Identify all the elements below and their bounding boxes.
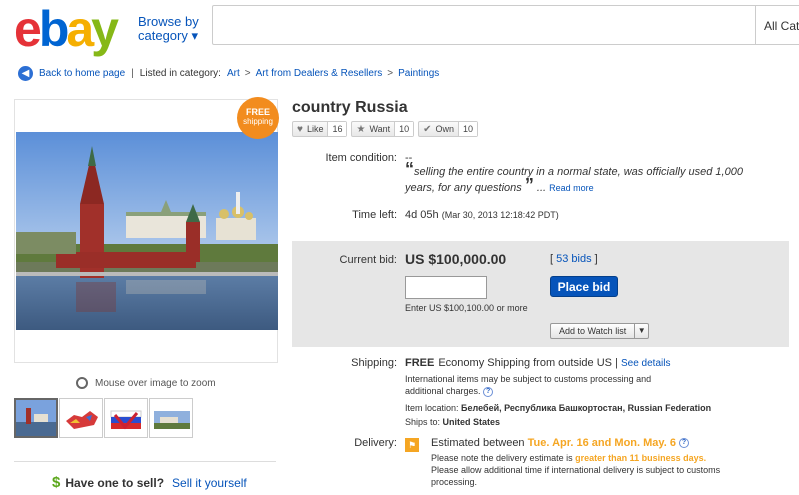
thumbnail-map[interactable]	[59, 398, 103, 438]
delivery-estimate: Estimated between Tue. Apr. 16 and Mon. …	[431, 437, 690, 449]
browse-line1: Browse by	[138, 14, 199, 29]
delivery-range: Tue. Apr. 16 and Mon. May. 6	[527, 437, 676, 449]
left-divider	[14, 461, 276, 462]
category-select[interactable]: All Cate	[755, 6, 799, 44]
item-location: Item location: Белебей, Республика Башко…	[405, 402, 711, 414]
like-count: 16	[327, 122, 347, 136]
delivery-label: Delivery:	[354, 437, 397, 449]
item-description: “selling the entire country in a normal …	[405, 159, 743, 195]
ebay-logo[interactable]: ebay	[14, 4, 119, 54]
ships-to-label: Ships to:	[405, 417, 441, 427]
shipping-method: Economy Shipping from outside US |	[438, 357, 618, 369]
item-title: country Russia	[292, 99, 408, 116]
customs-line1: International items may be subject to cu…	[405, 374, 652, 384]
search-bar: All Cate	[212, 5, 799, 45]
listed-in-label: Listed in category:	[139, 68, 221, 79]
shipping-value: FREE Economy Shipping from outside US | S…	[405, 357, 670, 369]
back-arrow-icon[interactable]: ◀	[18, 66, 33, 81]
search-input[interactable]	[217, 10, 747, 40]
estimated-label: Estimated between	[431, 437, 525, 449]
sell-prompt: $ Have one to sell? Sell it yourself	[52, 474, 247, 491]
own-button[interactable]: ✔ Own 10	[418, 121, 479, 137]
enter-bid-hint: Enter US $100,100.00 or more	[405, 303, 528, 313]
item-condition-label: Item condition:	[325, 152, 397, 164]
zoom-text: Mouse over image to zoom	[95, 377, 216, 389]
customs-line2: additional charges.	[405, 386, 481, 396]
want-label: Want	[369, 124, 391, 134]
bids-link[interactable]: 53 bids	[556, 253, 591, 265]
badge-shipping: shipping	[243, 117, 273, 126]
flag-icon: ⚑	[405, 438, 419, 452]
time-left-label: Time left:	[352, 209, 397, 221]
social-buttons: ♥ Like 16 ★ Want 10 ✔ Own 10	[292, 121, 482, 137]
ships-to: Ships to: United States	[405, 416, 500, 428]
location-label: Item location:	[405, 403, 459, 413]
own-count: 10	[458, 122, 478, 136]
badge-free: FREE	[245, 107, 270, 117]
dollar-icon: $	[52, 474, 61, 491]
own-label: Own	[435, 124, 455, 134]
browse-line2: category ▾	[138, 28, 198, 43]
place-bid-button[interactable]: Place bid	[550, 276, 618, 297]
heart-icon: ♥	[297, 123, 303, 135]
time-left-value: 4d 05h (Mar 30, 2013 12:18:42 PDT)	[405, 209, 559, 221]
note2-line1: Please allow additional time if internat…	[431, 465, 721, 475]
open-quote-icon: “	[405, 159, 414, 179]
thumbnail-riverside[interactable]	[149, 398, 193, 438]
star-icon: ★	[356, 123, 366, 135]
breadcrumb-chevron: >	[244, 68, 251, 79]
add-to-watch-list-button[interactable]: Add to Watch list ▼	[550, 323, 650, 339]
thumbnail-strip	[14, 398, 194, 438]
bid-amount-input[interactable]	[405, 276, 487, 299]
back-to-home-link[interactable]: Back to home page	[39, 68, 125, 79]
location-value: Белебей, Республика Башкортостан, Russia…	[461, 403, 712, 413]
shipping-label: Shipping:	[351, 357, 397, 369]
close-quote-icon: ”	[524, 175, 534, 195]
breadcrumb-art-dealers[interactable]: Art from Dealers & Resellers	[256, 68, 383, 79]
header: ebay Browse by category ▾ All Cate	[0, 0, 799, 56]
current-bid-label: Current bid:	[339, 254, 397, 266]
note-prefix: Please note the delivery estimate is	[431, 453, 573, 463]
breadcrumb: ◀ Back to home page | Listed in category…	[18, 66, 439, 81]
info-icon[interactable]: ?	[679, 438, 690, 449]
browse-by-category[interactable]: Browse by category ▾	[138, 15, 199, 43]
free-shipping-badge: FREE shipping	[237, 97, 279, 139]
thumbnail-flag[interactable]	[104, 398, 148, 438]
breadcrumb-separator: |	[131, 68, 134, 79]
note-highlight: greater than 11 business days.	[575, 453, 707, 463]
end-time: (Mar 30, 2013 12:18:42 PDT)	[441, 210, 559, 220]
current-price: US $100,000.00	[405, 251, 507, 267]
info-icon[interactable]: ?	[483, 386, 494, 397]
shipping-free: FREE	[405, 357, 435, 369]
ships-to-value: United States	[442, 417, 501, 427]
breadcrumb-chevron: >	[387, 68, 394, 79]
zoom-hint: Mouse over image to zoom	[76, 377, 216, 389]
customs-note: International items may be subject to cu…	[405, 373, 651, 397]
magnifier-icon	[76, 377, 88, 389]
like-button[interactable]: ♥ Like 16	[292, 121, 348, 137]
sell-it-yourself-link[interactable]: Sell it yourself	[172, 476, 247, 490]
chevron-down-icon[interactable]: ▼	[634, 324, 648, 338]
kremlin-photo[interactable]	[16, 132, 278, 330]
breadcrumb-art[interactable]: Art	[227, 68, 240, 79]
read-more-link[interactable]: Read more	[549, 183, 594, 193]
time-left: 4d 05h	[405, 209, 439, 221]
see-details-link[interactable]: See details	[621, 358, 670, 369]
bids-count: [ 53 bids ]	[550, 253, 598, 265]
watch-label: Add to Watch list	[559, 326, 627, 336]
sell-question: Have one to sell?	[65, 475, 165, 490]
like-label: Like	[306, 124, 324, 134]
check-icon: ✔	[423, 123, 432, 135]
want-button[interactable]: ★ Want 10	[351, 121, 415, 137]
note2-line2: processing.	[431, 477, 478, 487]
thumbnail-kremlin[interactable]	[14, 398, 58, 438]
want-count: 10	[394, 122, 414, 136]
main-image-box[interactable]	[14, 99, 278, 363]
breadcrumb-paintings[interactable]: Paintings	[398, 68, 439, 79]
delivery-note: Please note the delivery estimate is gre…	[431, 452, 720, 488]
